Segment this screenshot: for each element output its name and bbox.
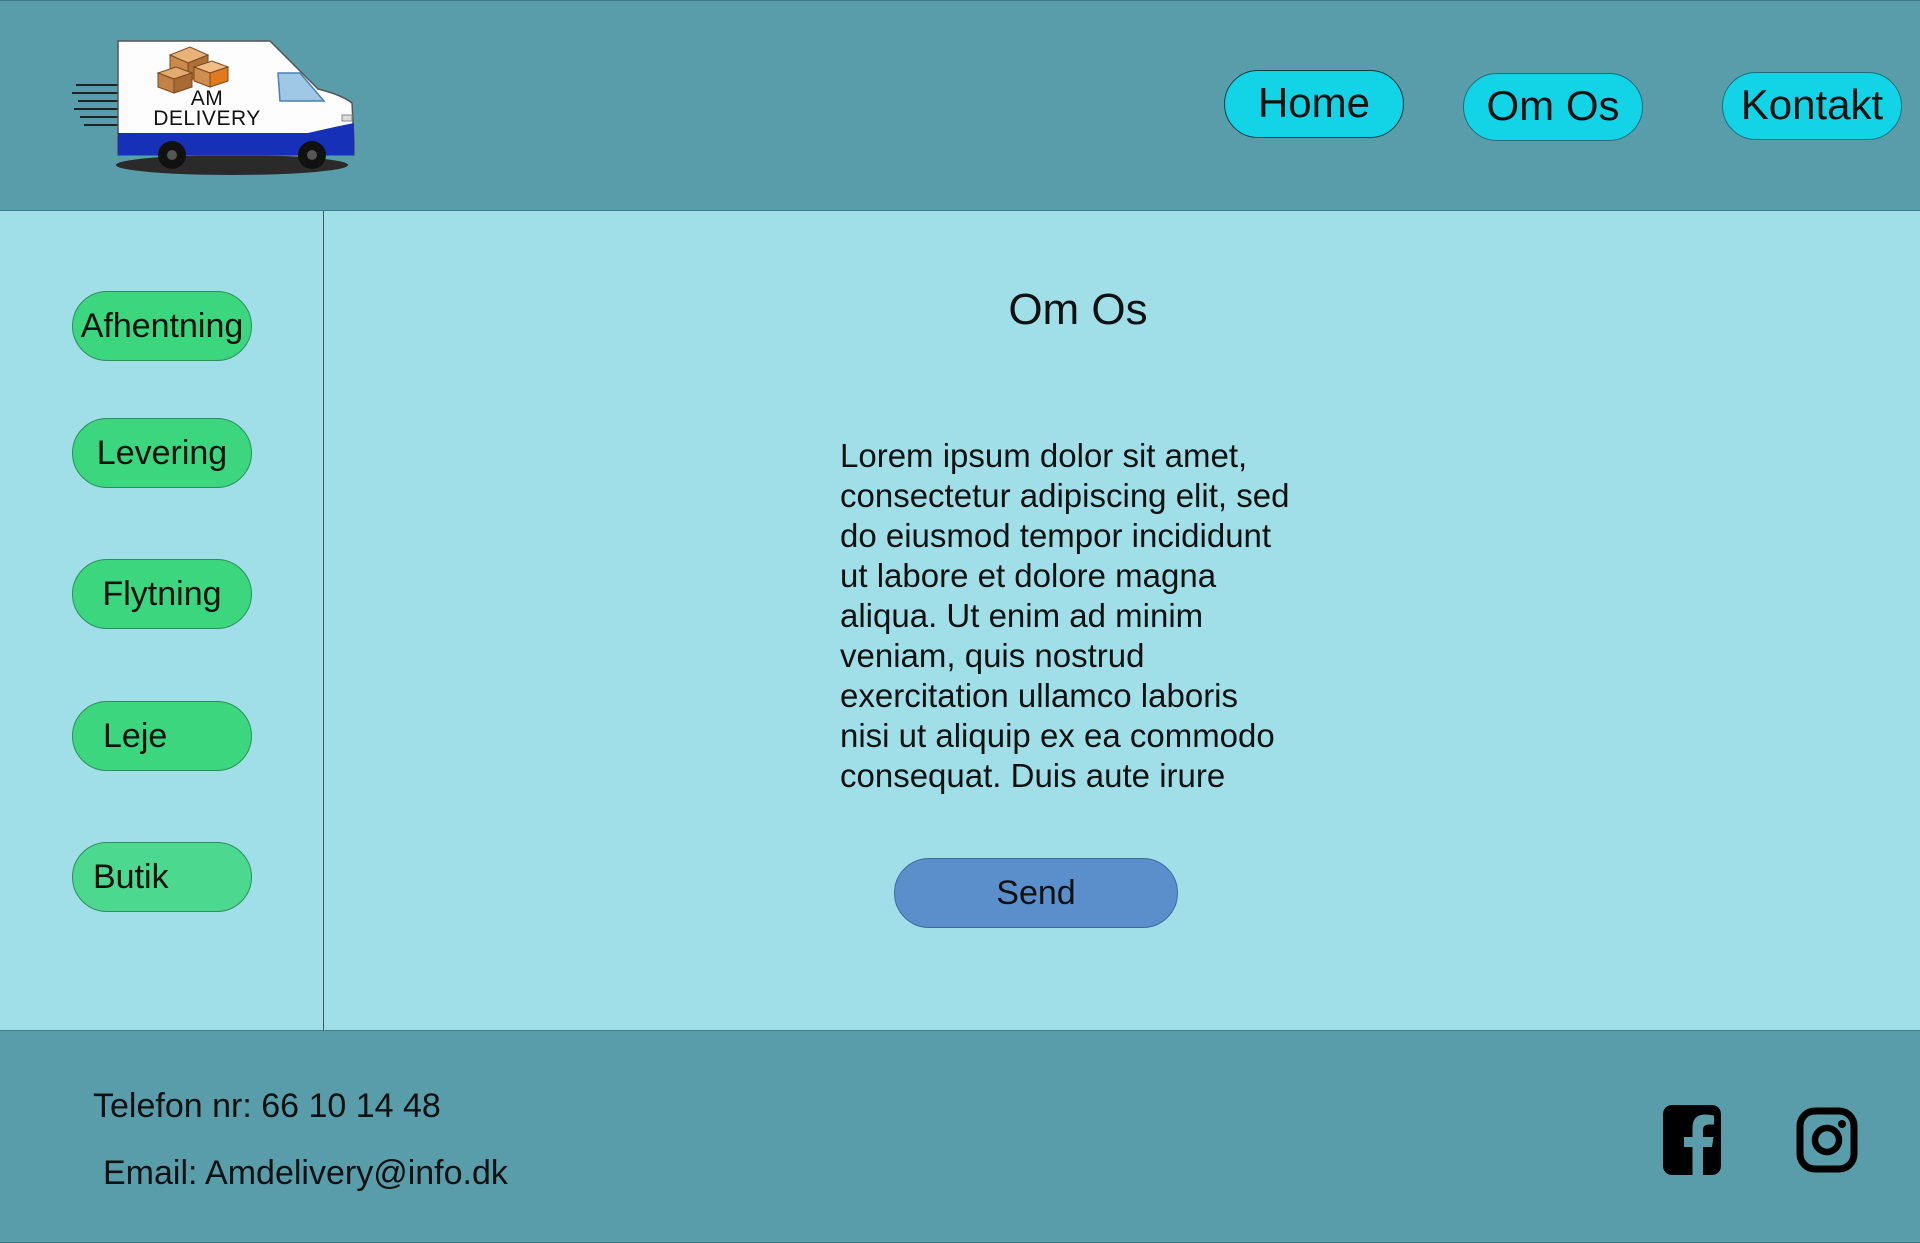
footer-phone: Telefon nr: 66 10 14 48: [93, 1087, 441, 1125]
sidebar-item-flytning[interactable]: Flytning: [72, 559, 252, 629]
nav-home-button[interactable]: Home: [1224, 70, 1404, 138]
sidebar-item-butik[interactable]: Butik: [72, 842, 252, 912]
logo-text: AM DELIVERY: [132, 87, 282, 130]
am-delivery-logo[interactable]: AM DELIVERY: [72, 37, 362, 177]
sidebar-item-leje[interactable]: Leje: [72, 701, 252, 771]
about-text: Lorem ipsum dolor sit amet, consectetur …: [840, 437, 1290, 794]
page-title: Om Os: [1008, 285, 1148, 334]
footer-email: Email: Amdelivery@info.dk: [103, 1154, 508, 1192]
logo-line-delivery: DELIVERY: [153, 107, 261, 130]
sidebar-item-afhentning[interactable]: Afhentning: [72, 291, 252, 361]
instagram-icon[interactable]: [1795, 1105, 1859, 1175]
footer: Telefon nr: 66 10 14 48 Email: Amdeliver…: [0, 1030, 1920, 1243]
nav-kontakt-button[interactable]: Kontakt: [1722, 72, 1902, 140]
header: AM DELIVERY Home Om Os Kontakt: [0, 0, 1920, 211]
sidebar: Afhentning Levering Flytning Leje Butik: [0, 211, 324, 1030]
send-button[interactable]: Send: [894, 858, 1178, 928]
sidebar-item-levering[interactable]: Levering: [72, 418, 252, 488]
logo-line-am: AM: [190, 87, 224, 110]
facebook-icon[interactable]: [1663, 1105, 1721, 1175]
nav-om-os-button[interactable]: Om Os: [1463, 73, 1643, 141]
